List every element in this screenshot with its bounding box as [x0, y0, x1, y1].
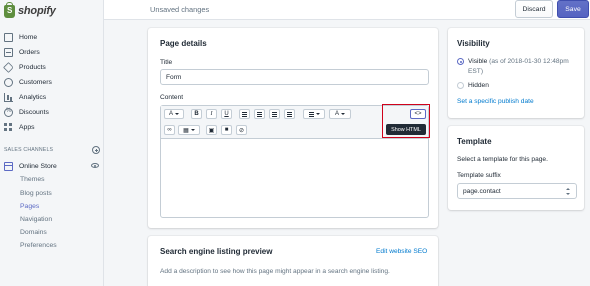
clear-formatting-icon: ⊘ [238, 127, 245, 134]
discounts-icon [4, 107, 13, 117]
add-sales-channel-icon[interactable] [92, 146, 100, 154]
orders-icon [4, 47, 13, 57]
products-icon [3, 61, 14, 73]
sidebar-item-label: Analytics [19, 93, 47, 101]
sidebar-subitem-navigation[interactable]: Navigation [20, 216, 52, 223]
indent-button[interactable] [284, 109, 295, 119]
sidebar-item-products[interactable]: Products [3, 61, 46, 73]
link-icon: ∞ [167, 127, 172, 133]
sales-channels-header: SALES CHANNELS [4, 146, 100, 154]
online-store-icon [4, 161, 13, 171]
seo-description: Add a description to see how this page m… [160, 268, 390, 275]
underline-button[interactable]: U [221, 109, 232, 119]
insert-link-button[interactable]: ∞ [164, 125, 175, 135]
video-icon: ■ [224, 127, 229, 133]
page-details-title: Page details [160, 39, 207, 48]
template-suffix-value: page.contact [463, 187, 501, 195]
sidebar-item-label: Home [19, 33, 38, 41]
logo-text: shopify [18, 5, 56, 17]
seo-title: Search engine listing preview [160, 247, 273, 256]
sales-channels-label: SALES CHANNELS [4, 147, 54, 153]
save-button[interactable]: Save [557, 0, 589, 18]
outdent-icon [272, 111, 277, 117]
visible-label: Visible (as of 2018-01-30 12:48pm [468, 58, 569, 65]
template-description: Select a template for this page. [457, 156, 548, 163]
visible-radio[interactable] [457, 58, 464, 65]
sidebar-item-label: Customers [19, 78, 52, 86]
visibility-title: Visibility [457, 39, 490, 48]
image-icon: ▣ [208, 127, 215, 134]
italic-button[interactable]: I [206, 109, 217, 119]
unsaved-changes-text: Unsaved changes [150, 5, 210, 14]
title-input[interactable]: Form [160, 69, 429, 85]
shopify-bag-icon [4, 1, 15, 18]
sidebar-subitem-themes[interactable]: Themes [20, 176, 45, 183]
select-arrows-icon [566, 188, 570, 195]
sidebar-item-label: Apps [19, 123, 35, 131]
shopify-logo[interactable]: shopify [4, 1, 56, 19]
chevron-down-icon [341, 113, 345, 115]
chevron-down-icon [190, 129, 195, 131]
sidebar-item-label: Online Store [19, 162, 57, 170]
top-bar: Unsaved changes Discard Save [104, 0, 590, 20]
edit-website-seo-link[interactable]: Edit website SEO [376, 248, 427, 255]
clear-formatting-button[interactable]: ⊘ [236, 125, 247, 135]
title-label: Title [160, 59, 173, 66]
text-color-dropdown[interactable]: A [329, 109, 351, 119]
analytics-icon [4, 92, 13, 102]
set-publish-date-link[interactable]: Set a specific publish date [457, 98, 534, 105]
show-html-tooltip: Show HTML [386, 124, 426, 135]
sidebar-item-discounts[interactable]: Discounts [4, 106, 49, 118]
visible-text: Visible [468, 58, 488, 65]
insert-image-button[interactable]: ▣ [206, 125, 217, 135]
hidden-label: Hidden [468, 82, 489, 89]
bulleted-list-button[interactable] [239, 109, 250, 119]
sidebar-subitem-pages[interactable]: Pages [20, 203, 39, 210]
sidebar-item-customers[interactable]: Customers [4, 76, 52, 88]
customers-icon [4, 77, 13, 87]
sidebar-item-orders[interactable]: Orders [4, 46, 40, 58]
visible-date-note: (as of 2018-01-30 12:48pm [489, 58, 569, 65]
sidebar-item-label: Orders [19, 48, 40, 56]
sidebar-item-label: Products [19, 63, 46, 71]
insert-table-dropdown[interactable]: ▦ [178, 125, 200, 135]
chevron-down-icon [315, 113, 320, 115]
indent-icon [287, 111, 292, 117]
sidebar: shopify Home Orders Products Customers A… [0, 0, 104, 286]
bold-button[interactable]: B [191, 109, 202, 119]
paragraph-format-dropdown[interactable]: A [164, 109, 184, 119]
sidebar-subitem-blog-posts[interactable]: Blog posts [20, 190, 52, 197]
sidebar-item-online-store[interactable]: Online Store [4, 160, 57, 172]
chevron-down-icon [175, 113, 179, 115]
seo-card [148, 236, 438, 286]
template-suffix-select[interactable]: page.contact [457, 183, 577, 199]
bulleted-list-icon [242, 111, 247, 117]
template-suffix-label: Template suffix [457, 172, 501, 179]
apps-icon [4, 122, 13, 132]
numbered-list-icon [257, 111, 262, 117]
sidebar-item-home[interactable]: Home [4, 31, 37, 43]
hidden-radio[interactable] [457, 82, 464, 89]
sidebar-item-apps[interactable]: Apps [4, 121, 35, 133]
insert-video-button[interactable]: ■ [221, 125, 232, 135]
content-label: Content [160, 94, 184, 101]
discard-button[interactable]: Discard [515, 0, 553, 18]
table-icon: ▦ [183, 127, 189, 134]
align-left-icon [308, 111, 314, 117]
outdent-button[interactable] [269, 109, 280, 119]
sidebar-subitem-domains[interactable]: Domains [20, 229, 47, 236]
sidebar-subitem-preferences[interactable]: Preferences [20, 242, 57, 249]
numbered-list-button[interactable] [254, 109, 265, 119]
sidebar-item-analytics[interactable]: Analytics [4, 91, 46, 103]
sidebar-item-label: Discounts [19, 108, 49, 116]
visible-date-note-tz: EST) [468, 68, 484, 75]
template-title: Template [457, 137, 492, 146]
paragraph-format-label: A [168, 111, 173, 117]
alignment-dropdown[interactable] [303, 109, 325, 119]
home-icon [4, 32, 13, 42]
text-color-label: A [334, 111, 339, 117]
view-store-eye-icon[interactable] [91, 163, 99, 168]
